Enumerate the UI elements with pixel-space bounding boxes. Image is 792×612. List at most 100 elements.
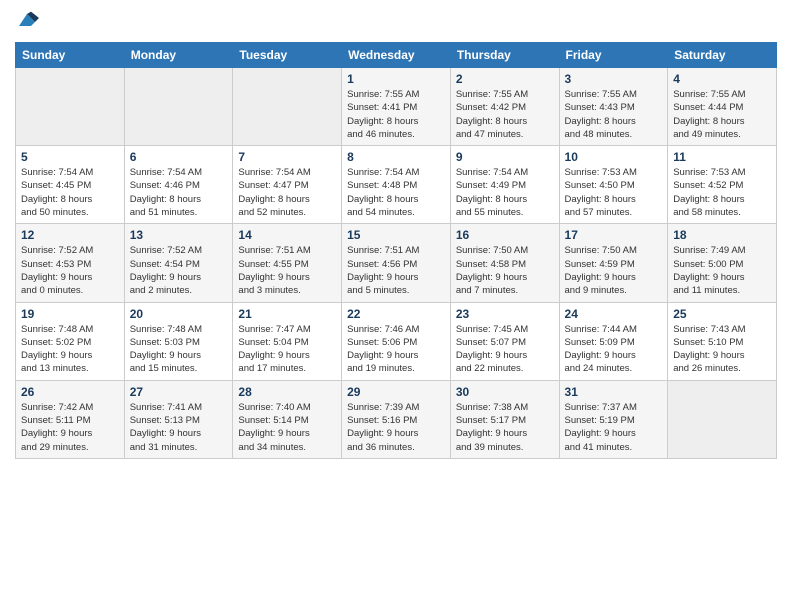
- calendar-cell: 7Sunrise: 7:54 AM Sunset: 4:47 PM Daylig…: [233, 146, 342, 224]
- calendar-week-row: 12 Sunrise: 7:52 AM Sunset: 4:53 PM Dayli…: [16, 224, 777, 302]
- day-number: 8: [347, 150, 445, 164]
- weekday-header-sunday: Sunday: [16, 43, 125, 68]
- day-info: Sunrise: 7:51 AM Sunset: 4:55 PM Dayligh…: [238, 244, 336, 297]
- day-number: 24: [565, 307, 663, 321]
- day-info: Sunrise: 7:54 AM Sunset: 4:45 PM Dayligh…: [21, 166, 119, 219]
- day-number: 2: [456, 72, 554, 86]
- calendar-cell: 26Sunrise: 7:42 AM Sunset: 5:11 PM Dayli…: [16, 380, 125, 458]
- calendar-cell: 20 Sunrise: 7:48 AM Sunset: 5:03 PM Dayli…: [124, 302, 233, 380]
- day-number: 14: [238, 228, 336, 242]
- day-info: Sunrise: 7:55 AM Sunset: 4:43 PM Dayligh…: [565, 88, 663, 141]
- calendar-cell: 25 Sunrise: 7:43 AM Sunset: 5:10 PM Dayli…: [668, 302, 777, 380]
- weekday-header-thursday: Thursday: [450, 43, 559, 68]
- calendar-cell: [16, 68, 125, 146]
- calendar-cell: 11Sunrise: 7:53 AM Sunset: 4:52 PM Dayli…: [668, 146, 777, 224]
- day-number: 30: [456, 385, 554, 399]
- day-number: 29: [347, 385, 445, 399]
- day-info: Sunrise: 7:50 AM Sunset: 4:58 PM Dayligh…: [456, 244, 554, 297]
- day-info: Sunrise: 7:39 AM Sunset: 5:16 PM Dayligh…: [347, 401, 445, 454]
- day-number: 15: [347, 228, 445, 242]
- day-info: Sunrise: 7:54 AM Sunset: 4:49 PM Dayligh…: [456, 166, 554, 219]
- day-info: Sunrise: 7:51 AM Sunset: 4:56 PM Dayligh…: [347, 244, 445, 297]
- calendar-cell: 8 Sunrise: 7:54 AM Sunset: 4:48 PM Daylig…: [342, 146, 451, 224]
- calendar-cell: 3 Sunrise: 7:55 AM Sunset: 4:43 PM Daylig…: [559, 68, 668, 146]
- day-info: Sunrise: 7:54 AM Sunset: 4:47 PM Dayligh…: [238, 166, 336, 219]
- day-number: 12: [21, 228, 119, 242]
- day-number: 6: [130, 150, 228, 164]
- calendar-cell: 29 Sunrise: 7:39 AM Sunset: 5:16 PM Dayli…: [342, 380, 451, 458]
- day-number: 27: [130, 385, 228, 399]
- day-number: 16: [456, 228, 554, 242]
- day-number: 26: [21, 385, 119, 399]
- day-info: Sunrise: 7:54 AM Sunset: 4:48 PM Dayligh…: [347, 166, 445, 219]
- day-number: 3: [565, 72, 663, 86]
- day-info: Sunrise: 7:52 AM Sunset: 4:53 PM Dayligh…: [21, 244, 119, 297]
- day-info: Sunrise: 7:52 AM Sunset: 4:54 PM Dayligh…: [130, 244, 228, 297]
- calendar-cell: 12 Sunrise: 7:52 AM Sunset: 4:53 PM Dayli…: [16, 224, 125, 302]
- weekday-header-friday: Friday: [559, 43, 668, 68]
- calendar-cell: 18 Sunrise: 7:49 AM Sunset: 5:00 PM Dayli…: [668, 224, 777, 302]
- calendar-cell: 6Sunrise: 7:54 AM Sunset: 4:46 PM Daylig…: [124, 146, 233, 224]
- day-info: Sunrise: 7:55 AM Sunset: 4:42 PM Dayligh…: [456, 88, 554, 141]
- day-number: 1: [347, 72, 445, 86]
- calendar-cell: 15 Sunrise: 7:51 AM Sunset: 4:56 PM Dayli…: [342, 224, 451, 302]
- calendar-cell: 17 Sunrise: 7:50 AM Sunset: 4:59 PM Dayli…: [559, 224, 668, 302]
- calendar-cell: 9 Sunrise: 7:54 AM Sunset: 4:49 PM Daylig…: [450, 146, 559, 224]
- day-number: 25: [673, 307, 771, 321]
- calendar-cell: 19 Sunrise: 7:48 AM Sunset: 5:02 PM Dayli…: [16, 302, 125, 380]
- calendar-cell: 31Sunrise: 7:37 AM Sunset: 5:19 PM Dayli…: [559, 380, 668, 458]
- calendar-cell: 1 Sunrise: 7:55 AM Sunset: 4:41 PM Daylig…: [342, 68, 451, 146]
- day-info: Sunrise: 7:47 AM Sunset: 5:04 PM Dayligh…: [238, 323, 336, 376]
- day-number: 20: [130, 307, 228, 321]
- calendar-cell: 4Sunrise: 7:55 AM Sunset: 4:44 PM Daylig…: [668, 68, 777, 146]
- day-number: 22: [347, 307, 445, 321]
- logo-icon: [15, 10, 39, 34]
- day-info: Sunrise: 7:43 AM Sunset: 5:10 PM Dayligh…: [673, 323, 771, 376]
- day-number: 17: [565, 228, 663, 242]
- day-number: 13: [130, 228, 228, 242]
- day-number: 28: [238, 385, 336, 399]
- calendar-cell: 14 Sunrise: 7:51 AM Sunset: 4:55 PM Dayli…: [233, 224, 342, 302]
- calendar-cell: 10 Sunrise: 7:53 AM Sunset: 4:50 PM Dayli…: [559, 146, 668, 224]
- calendar-week-row: 26Sunrise: 7:42 AM Sunset: 5:11 PM Dayli…: [16, 380, 777, 458]
- day-info: Sunrise: 7:38 AM Sunset: 5:17 PM Dayligh…: [456, 401, 554, 454]
- calendar-cell: 24 Sunrise: 7:44 AM Sunset: 5:09 PM Dayli…: [559, 302, 668, 380]
- day-info: Sunrise: 7:45 AM Sunset: 5:07 PM Dayligh…: [456, 323, 554, 376]
- day-number: 19: [21, 307, 119, 321]
- calendar-cell: 30 Sunrise: 7:38 AM Sunset: 5:17 PM Dayli…: [450, 380, 559, 458]
- day-number: 10: [565, 150, 663, 164]
- calendar-cell: [124, 68, 233, 146]
- day-info: Sunrise: 7:37 AM Sunset: 5:19 PM Dayligh…: [565, 401, 663, 454]
- weekday-header-monday: Monday: [124, 43, 233, 68]
- day-info: Sunrise: 7:46 AM Sunset: 5:06 PM Dayligh…: [347, 323, 445, 376]
- calendar-cell: 21Sunrise: 7:47 AM Sunset: 5:04 PM Dayli…: [233, 302, 342, 380]
- calendar-cell: 13 Sunrise: 7:52 AM Sunset: 4:54 PM Dayli…: [124, 224, 233, 302]
- day-info: Sunrise: 7:44 AM Sunset: 5:09 PM Dayligh…: [565, 323, 663, 376]
- calendar-cell: 27 Sunrise: 7:41 AM Sunset: 5:13 PM Dayli…: [124, 380, 233, 458]
- day-number: 9: [456, 150, 554, 164]
- header: [15, 10, 777, 34]
- day-info: Sunrise: 7:50 AM Sunset: 4:59 PM Dayligh…: [565, 244, 663, 297]
- calendar-week-row: 1 Sunrise: 7:55 AM Sunset: 4:41 PM Daylig…: [16, 68, 777, 146]
- day-number: 5: [21, 150, 119, 164]
- day-info: Sunrise: 7:40 AM Sunset: 5:14 PM Dayligh…: [238, 401, 336, 454]
- calendar-cell: 5 Sunrise: 7:54 AM Sunset: 4:45 PM Daylig…: [16, 146, 125, 224]
- day-number: 4: [673, 72, 771, 86]
- calendar-cell: 28 Sunrise: 7:40 AM Sunset: 5:14 PM Dayli…: [233, 380, 342, 458]
- calendar-cell: 22 Sunrise: 7:46 AM Sunset: 5:06 PM Dayli…: [342, 302, 451, 380]
- calendar-cell: [233, 68, 342, 146]
- weekday-header-wednesday: Wednesday: [342, 43, 451, 68]
- calendar-cell: 2 Sunrise: 7:55 AM Sunset: 4:42 PM Daylig…: [450, 68, 559, 146]
- calendar-week-row: 5 Sunrise: 7:54 AM Sunset: 4:45 PM Daylig…: [16, 146, 777, 224]
- day-info: Sunrise: 7:48 AM Sunset: 5:03 PM Dayligh…: [130, 323, 228, 376]
- day-info: Sunrise: 7:48 AM Sunset: 5:02 PM Dayligh…: [21, 323, 119, 376]
- weekday-header-tuesday: Tuesday: [233, 43, 342, 68]
- calendar-container: SundayMondayTuesdayWednesdayThursdayFrid…: [0, 0, 792, 469]
- day-info: Sunrise: 7:49 AM Sunset: 5:00 PM Dayligh…: [673, 244, 771, 297]
- day-number: 11: [673, 150, 771, 164]
- day-number: 23: [456, 307, 554, 321]
- day-info: Sunrise: 7:55 AM Sunset: 4:41 PM Dayligh…: [347, 88, 445, 141]
- day-number: 18: [673, 228, 771, 242]
- day-info: Sunrise: 7:41 AM Sunset: 5:13 PM Dayligh…: [130, 401, 228, 454]
- day-info: Sunrise: 7:53 AM Sunset: 4:50 PM Dayligh…: [565, 166, 663, 219]
